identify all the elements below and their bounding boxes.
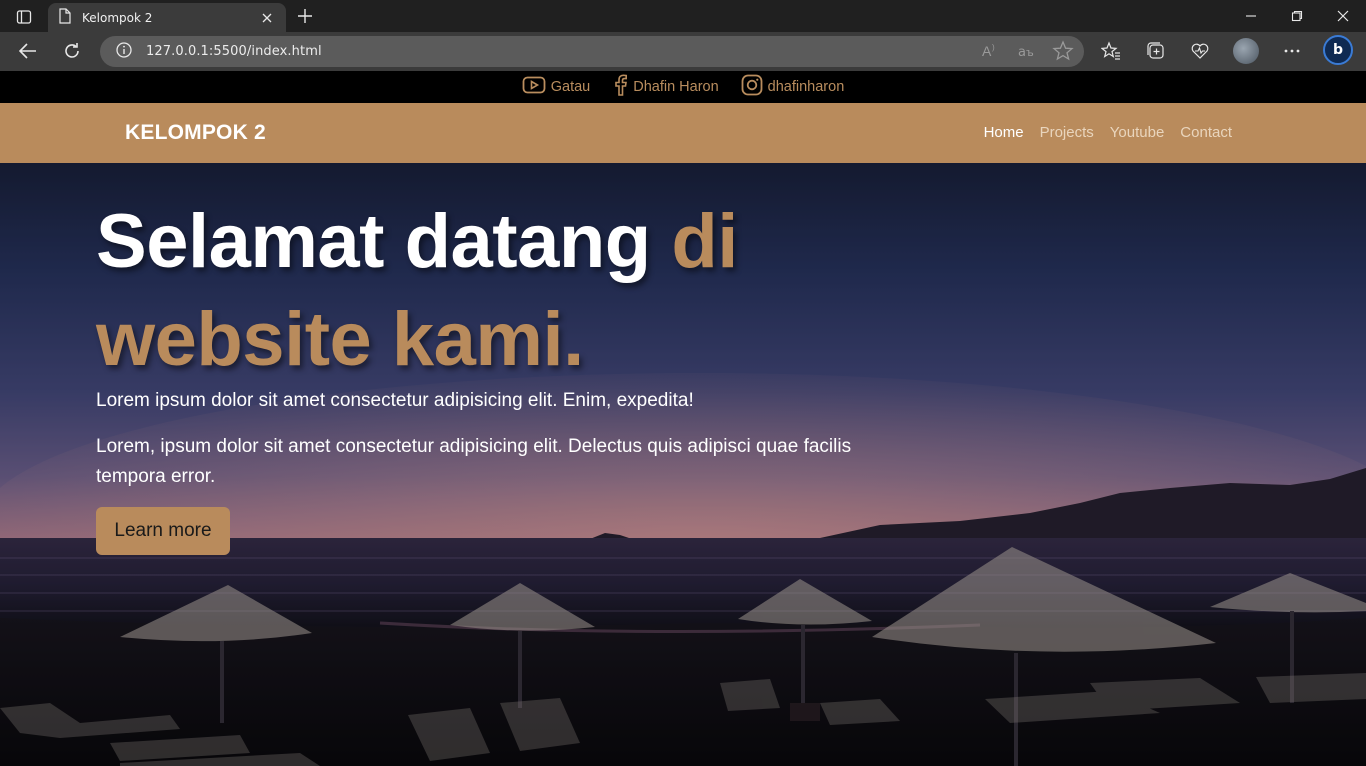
hero-headline: Selamat datang di website kami. xyxy=(96,193,876,389)
nav-link-home[interactable]: Home xyxy=(984,124,1024,141)
close-window-icon[interactable] xyxy=(1320,0,1366,32)
collections-icon[interactable] xyxy=(1141,37,1171,65)
nav-links: Home Projects Youtube Contact xyxy=(984,124,1232,141)
social-instagram[interactable]: dhafinharon xyxy=(741,74,845,100)
more-icon[interactable] xyxy=(1277,37,1307,65)
social-facebook[interactable]: Dhafin Haron xyxy=(612,74,719,100)
tab-title: Kelompok 2 xyxy=(82,10,153,25)
read-aloud-icon[interactable]: A) xyxy=(980,40,1002,66)
social-youtube[interactable]: Gatau xyxy=(522,75,591,99)
nav-link-youtube[interactable]: Youtube xyxy=(1110,124,1165,141)
reload-icon[interactable] xyxy=(57,37,87,65)
headline-white: Selamat datang xyxy=(96,199,672,284)
svg-text:): ) xyxy=(992,43,995,52)
learn-more-button[interactable]: Learn more xyxy=(96,507,230,555)
favorite-star-icon[interactable] xyxy=(1052,40,1074,66)
social-label: dhafinharon xyxy=(767,79,845,95)
translate-icon[interactable]: aъ xyxy=(1016,40,1038,66)
headline-accent-website: website kami. xyxy=(96,297,584,382)
browser-titlebar: Kelompok 2 xyxy=(0,0,1366,32)
health-icon[interactable] xyxy=(1185,37,1215,65)
headline-accent-di: di xyxy=(671,199,738,284)
copilot-icon[interactable]: b xyxy=(1323,35,1353,65)
close-icon[interactable] xyxy=(258,9,276,27)
social-label: Gatau xyxy=(550,79,591,95)
social-label: Dhafin Haron xyxy=(633,79,719,95)
nav-link-projects[interactable]: Projects xyxy=(1040,124,1094,141)
hero-paragraph-2: Lorem, ipsum dolor sit amet consectetur … xyxy=(96,436,852,487)
sidebar-icon[interactable] xyxy=(10,6,38,28)
svg-text:a: a xyxy=(1018,45,1026,60)
hero-section: Selamat datang di website kami. Lorem ip… xyxy=(0,163,1366,766)
brand-logo[interactable]: KELOMPOK 2 xyxy=(125,121,266,145)
hero-paragraph-1: Lorem ipsum dolor sit amet consectetur a… xyxy=(96,390,694,411)
social-topbar: Gatau Dhafin Haron dhafinharon xyxy=(0,71,1366,103)
back-icon[interactable] xyxy=(13,37,43,65)
favorites-icon[interactable] xyxy=(1096,37,1126,65)
minimize-icon[interactable] xyxy=(1228,0,1274,32)
instagram-icon xyxy=(741,74,763,100)
restore-icon[interactable] xyxy=(1274,0,1320,32)
page-icon xyxy=(58,7,72,28)
url-text: 127.0.0.1:5500/index.html xyxy=(146,44,322,59)
facebook-icon xyxy=(612,74,628,100)
svg-text:A: A xyxy=(982,43,992,59)
plus-icon[interactable] xyxy=(292,4,318,28)
svg-text:ъ: ъ xyxy=(1026,46,1034,59)
web-page: Gatau Dhafin Haron dhafinharon KELOMPOK … xyxy=(0,71,1366,766)
browser-tab[interactable]: Kelompok 2 xyxy=(48,3,286,32)
nav-link-contact[interactable]: Contact xyxy=(1180,124,1232,141)
address-bar[interactable]: 127.0.0.1:5500/index.html A) aъ xyxy=(100,36,1084,67)
youtube-icon xyxy=(522,75,546,99)
profile-avatar[interactable] xyxy=(1231,37,1261,65)
navbar: KELOMPOK 2 Home Projects Youtube Contact xyxy=(0,103,1366,163)
info-icon[interactable] xyxy=(116,41,132,62)
browser-toolbar: 127.0.0.1:5500/index.html A) aъ b xyxy=(0,32,1366,71)
